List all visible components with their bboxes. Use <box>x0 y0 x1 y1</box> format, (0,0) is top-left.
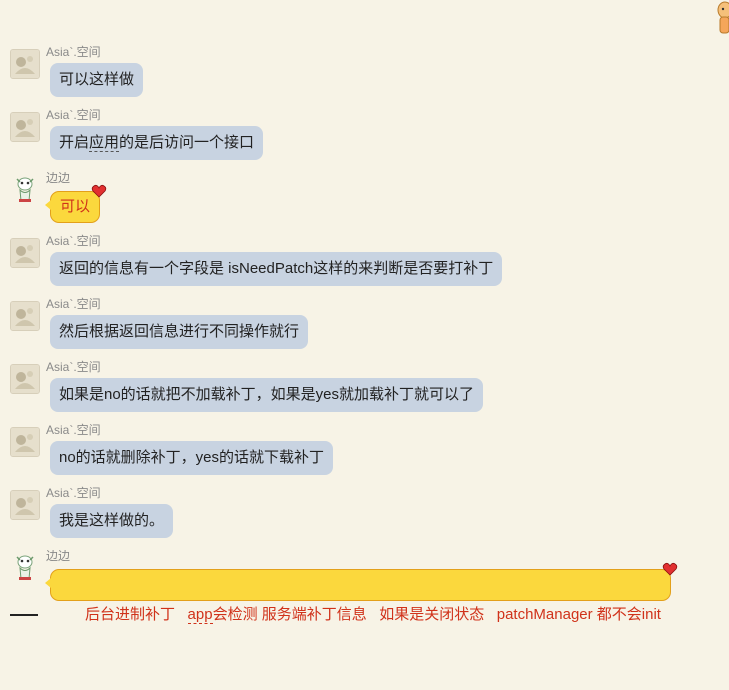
message: Asia`.空间 开启应用的是后访问一个接口 <box>8 108 708 171</box>
message-text-link[interactable]: app <box>187 606 213 624</box>
avatar-asia-icon[interactable] <box>10 112 40 142</box>
message: Asia`.空间 可以这样做 <box>8 45 708 108</box>
sender-name: 边边 <box>46 549 71 563</box>
message-bubble: no的话就删除补丁，yes的话就下载补丁 <box>50 441 334 475</box>
avatar-asia-icon[interactable] <box>10 427 40 457</box>
message-text: 会检测 服务端补丁信息 如果是关闭状态 patchManager 都不会init <box>212 606 661 623</box>
sender-name: Asia`.空间 <box>46 45 101 59</box>
avatar-bian-icon[interactable] <box>10 553 40 583</box>
message-bubble: 开启应用的是后访问一个接口 <box>50 126 264 160</box>
message: 边边 可以 <box>8 171 708 234</box>
message-bubble: 我是这样做的。 <box>50 504 174 538</box>
avatar-bian-icon[interactable] <box>10 175 40 205</box>
message-text: 开启 <box>59 134 90 151</box>
sender-name: Asia`.空间 <box>46 108 101 122</box>
sender-name: 边边 <box>46 171 71 185</box>
heart-icon <box>662 562 678 576</box>
message-text: 后台进制补丁 <box>85 606 188 623</box>
message-bubble: 可以 <box>45 184 107 223</box>
avatar-asia-icon[interactable] <box>10 301 40 331</box>
message-bubble: 返回的信息有一个字段是 isNeedPatch这样的来判断是否要打补丁 <box>50 252 503 286</box>
heart-icon <box>91 184 107 198</box>
sender-name: Asia`.空间 <box>46 360 101 374</box>
message: 边边 后台进制补丁 app会检测 服务端补丁信息 如果是关闭状态 patchMa… <box>8 549 708 624</box>
message: Asia`.空间 如果是no的话就把不加载补丁，如果是yes就加载补丁就可以了 <box>8 360 708 423</box>
mascot-icon[interactable] <box>715 0 729 36</box>
avatar-asia-icon[interactable] <box>10 364 40 394</box>
message: Asia`.空间 返回的信息有一个字段是 isNeedPatch这样的来判断是否… <box>8 234 708 297</box>
message-text: 的是后访问一个接口 <box>119 134 255 151</box>
message-text-link[interactable]: 应用 <box>89 134 120 152</box>
avatar-asia-icon[interactable] <box>10 490 40 520</box>
message: Asia`.空间 然后根据返回信息进行不同操作就行 <box>8 297 708 360</box>
avatar-asia-icon[interactable] <box>10 49 40 79</box>
message-bubble: 后台进制补丁 app会检测 服务端补丁信息 如果是关闭状态 patchManag… <box>45 562 678 624</box>
chat-log: Asia`.空间 可以这样做 Asia`.空间 开启应用的是后访问一个接口 边边… <box>0 0 729 624</box>
avatar-asia-icon[interactable] <box>10 238 40 268</box>
bubble-tail <box>45 200 51 210</box>
message-bubble: 如果是no的话就把不加载补丁，如果是yes就加载补丁就可以了 <box>50 378 484 412</box>
sender-name: Asia`.空间 <box>46 234 101 248</box>
sender-name: Asia`.空间 <box>46 423 101 437</box>
message: Asia`.空间 no的话就删除补丁，yes的话就下载补丁 <box>8 423 708 486</box>
sender-name: Asia`.空间 <box>46 486 101 500</box>
bubble-tail <box>45 578 51 588</box>
message-bubble: 可以这样做 <box>50 63 144 97</box>
sender-name: Asia`.空间 <box>46 297 101 311</box>
message: Asia`.空间 我是这样做的。 <box>8 486 708 549</box>
message-text: 可以 <box>60 198 91 215</box>
message-bubble: 然后根据返回信息进行不同操作就行 <box>50 315 309 349</box>
